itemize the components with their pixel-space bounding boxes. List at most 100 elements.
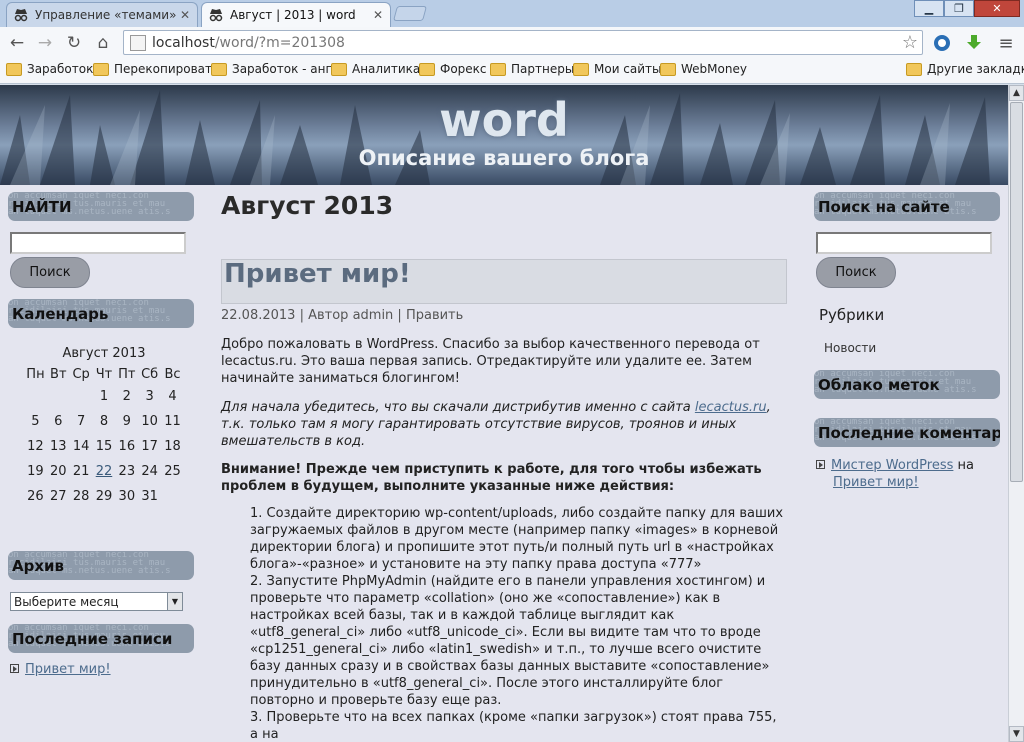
bookmark-item[interactable]: Форекс xyxy=(419,62,487,76)
window-controls: ▁ ❐ ✕ xyxy=(914,0,1020,17)
calendar-day: 14 xyxy=(72,439,90,454)
new-tab-button[interactable] xyxy=(392,6,428,21)
tab-themes[interactable]: Управление «темами» ‹ wor ✕ xyxy=(6,2,198,27)
folder-icon xyxy=(490,62,506,76)
archive-month-select[interactable]: Выберите месяц ▼ xyxy=(10,592,183,611)
calendar-day: 19 xyxy=(27,464,44,479)
calendar-day xyxy=(161,484,184,509)
other-bookmarks[interactable]: Другие закладки xyxy=(906,62,1024,76)
incognito-icon xyxy=(13,8,29,22)
back-icon[interactable]: ← xyxy=(5,31,29,55)
list-item: 1. Создайте директорию wp-content/upload… xyxy=(250,506,784,572)
url-host: localhost xyxy=(152,34,215,51)
page-scrollbar[interactable]: ▲ ▼ xyxy=(1008,85,1024,742)
bookmark-item[interactable]: Заработок - англ xyxy=(211,62,339,76)
comment-post-link[interactable]: Привет мир! xyxy=(833,475,919,490)
calendar-day: 4 xyxy=(168,389,177,404)
address-bar[interactable]: localhost/word/?m=201308 ☆ xyxy=(123,30,923,55)
calendar-day: 16 xyxy=(118,439,136,454)
archive-heading: Август 2013 xyxy=(221,191,394,220)
folder-icon xyxy=(573,62,589,76)
category-link[interactable]: Новости xyxy=(824,341,876,355)
close-tab-icon[interactable]: ✕ xyxy=(372,8,384,22)
edit-post-link[interactable]: Править xyxy=(406,308,463,323)
calendar-day: 6 xyxy=(54,414,63,429)
bookmark-item[interactable]: Мои сайты xyxy=(573,62,662,76)
chevron-down-icon[interactable]: ▼ xyxy=(167,593,182,610)
page-viewport: word Описание вашего блога on accumsan i… xyxy=(0,85,1008,742)
bookmark-star-icon[interactable]: ☆ xyxy=(902,32,918,53)
url-path: /word/?m=201308 xyxy=(214,34,345,51)
site-search-input[interactable] xyxy=(816,232,992,254)
calendar-day: 28 xyxy=(72,489,90,504)
calendar-day: 8 xyxy=(99,414,109,429)
calendar-day: 17 xyxy=(141,439,158,454)
widget-title-tags: on accumsan iquet neci.con r cidilaisi t… xyxy=(814,370,1000,399)
calendar: Август 2013 Пн Вт Ср Чт Пт Сб Вс 1 2 3 4 xyxy=(24,346,184,509)
browser-chrome: Управление «темами» ‹ wor ✕ Август | 201… xyxy=(0,0,1024,84)
widget-title-site-search: on accumsan iquet neci.con r cidilaisi t… xyxy=(814,192,1000,221)
minimize-button[interactable]: ▁ xyxy=(914,0,944,17)
recent-comment-item: Мистер WordPress на Привет мир! xyxy=(816,457,996,491)
bookmark-item[interactable]: WebMoney xyxy=(660,62,747,76)
meta-separator: | Автор xyxy=(295,308,353,323)
forward-icon[interactable]: → xyxy=(33,31,57,55)
calendar-day: 25 xyxy=(164,464,181,479)
scroll-up-icon[interactable]: ▲ xyxy=(1009,85,1024,101)
bookmarks-bar: Заработок Перекопировать Заработок - анг… xyxy=(0,58,1024,84)
tab-archive[interactable]: Август | 2013 | word ✕ xyxy=(201,2,391,27)
bookmark-item[interactable]: Партнеры xyxy=(490,62,574,76)
tab-strip: Управление «темами» ‹ wor ✕ Август | 201… xyxy=(0,0,1024,27)
calendar-day: 18 xyxy=(164,439,181,454)
post-title-text[interactable]: Привет мир! xyxy=(224,259,411,289)
folder-icon xyxy=(906,62,922,76)
weekday-header: Чт xyxy=(95,366,113,382)
folder-icon xyxy=(6,62,22,76)
close-tab-icon[interactable]: ✕ xyxy=(179,8,191,22)
weekday-header: Сб xyxy=(141,366,159,382)
reload-icon[interactable]: ↻ xyxy=(62,31,86,55)
calendar-day: 29 xyxy=(95,489,113,504)
bookmark-item[interactable]: Перекопировать xyxy=(93,62,219,76)
recent-post-link[interactable]: Привет мир! xyxy=(25,662,111,677)
weekday-header: Пт xyxy=(118,366,136,382)
archive-select-value: Выберите месяц xyxy=(14,594,119,609)
calendar-day: 3 xyxy=(145,389,154,404)
tab-title: Управление «темами» ‹ wor xyxy=(35,8,179,22)
download-icon[interactable] xyxy=(963,32,985,54)
post-author-link[interactable]: admin xyxy=(353,308,394,323)
maximize-button[interactable]: ❐ xyxy=(944,0,974,17)
calendar-day xyxy=(47,384,70,409)
post-paragraph-italic: Для начала убедитесь, что вы скачали дис… xyxy=(221,399,787,450)
search-input[interactable] xyxy=(10,232,186,254)
widget-title-archive: on accumsan iquet neci.con r cidilaisi t… xyxy=(8,551,194,580)
weekday-header: Пн xyxy=(26,366,45,382)
calendar-day xyxy=(24,384,47,409)
calendar-day-link[interactable]: 22 xyxy=(96,464,113,479)
calendar-day: 15 xyxy=(95,439,113,454)
calendar-day: 30 xyxy=(118,489,136,504)
site-title[interactable]: word xyxy=(0,93,1008,147)
bookmark-item[interactable]: Заработок xyxy=(6,62,93,76)
bookmark-item[interactable]: Аналитика xyxy=(331,62,420,76)
post-date: 22.08.2013 xyxy=(221,308,296,323)
weekday-header: Вс xyxy=(164,366,181,382)
close-window-button[interactable]: ✕ xyxy=(974,0,1020,17)
search-button[interactable]: Поиск xyxy=(10,257,90,288)
scroll-down-icon[interactable]: ▼ xyxy=(1009,726,1024,742)
folder-icon xyxy=(93,62,109,76)
calendar-day-linked[interactable]: 22 xyxy=(93,459,116,484)
calendar-caption: Август 2013 xyxy=(62,346,146,361)
text-span: Для начала убедитесь, что вы скачали дис… xyxy=(221,400,695,415)
lecactus-link[interactable]: lecactus.ru xyxy=(695,400,767,415)
bullet-icon xyxy=(10,664,19,673)
comment-author-link[interactable]: Мистер WordPress xyxy=(831,458,953,473)
site-search-button[interactable]: Поиск xyxy=(816,257,896,288)
scroll-thumb[interactable] xyxy=(1010,102,1023,482)
calendar-day xyxy=(70,384,93,409)
menu-icon[interactable]: ≡ xyxy=(995,32,1017,54)
post-title[interactable]: Привет мир! xyxy=(221,259,787,304)
home-icon[interactable]: ⌂ xyxy=(91,31,115,55)
list-item: 2. Запустите PhpMyAdmin (найдите его в п… xyxy=(250,574,770,708)
extension-icon[interactable] xyxy=(931,32,953,54)
